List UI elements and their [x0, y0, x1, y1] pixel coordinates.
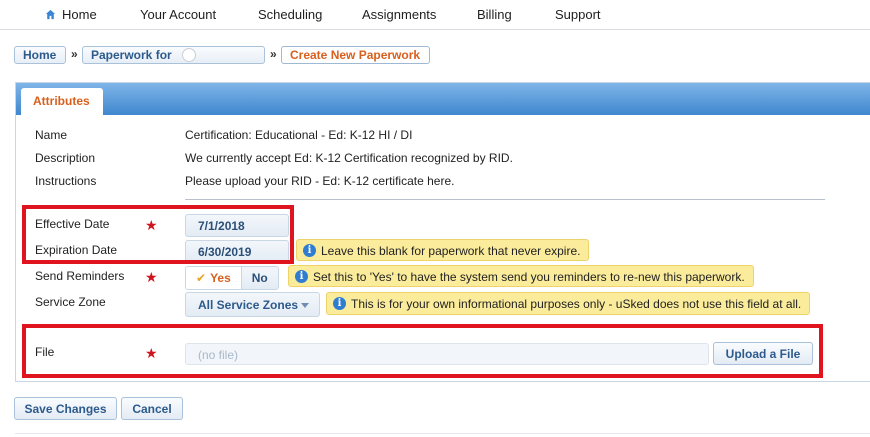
- breadcrumb-paperwork-for[interactable]: Paperwork for: [82, 46, 265, 64]
- expiration-hint-text: Leave this blank for paperwork that neve…: [321, 244, 581, 258]
- reminders-yes-option[interactable]: ✔ Yes: [186, 267, 242, 289]
- description-value: We currently accept Ed: K-12 Certificati…: [185, 151, 513, 165]
- breadcrumb-paperwork-for-label: Paperwork for: [91, 48, 172, 62]
- breadcrumb-current: Create New Paperwork: [281, 46, 430, 64]
- reminders-hint-text: Set this to 'Yes' to have the system sen…: [313, 270, 745, 284]
- breadcrumb-separator: »: [270, 47, 277, 61]
- service-zone-hint-text: This is for your own informational purpo…: [351, 297, 802, 311]
- service-zone-label: Service Zone: [35, 295, 106, 309]
- panel-header: Attributes: [16, 83, 870, 115]
- info-icon: i: [303, 244, 316, 257]
- dates-highlight-box: [22, 205, 294, 264]
- service-zone-hint: i This is for your own informational pur…: [326, 292, 811, 315]
- reminders-hint: i Set this to 'Yes' to have the system s…: [288, 265, 754, 287]
- nav-assignments[interactable]: Assignments: [362, 7, 436, 22]
- info-icon: i: [295, 270, 308, 283]
- send-reminders-label: Send Reminders: [35, 269, 125, 283]
- file-highlight-box: [22, 324, 823, 378]
- name-label: Name: [35, 128, 68, 142]
- description-label: Description: [35, 151, 96, 165]
- reminders-no-option[interactable]: No: [241, 267, 278, 289]
- user-avatar-placeholder: [181, 48, 196, 62]
- nav-your-account[interactable]: Your Account: [140, 7, 216, 22]
- instructions-value: Please upload your RID - Ed: K-12 certif…: [185, 174, 455, 188]
- send-reminders-toggle: ✔ Yes No: [185, 266, 279, 290]
- home-icon: [45, 9, 56, 20]
- nav-scheduling[interactable]: Scheduling: [258, 7, 322, 22]
- top-nav: Home Your Account Scheduling Assignments…: [0, 0, 870, 30]
- save-changes-button[interactable]: Save Changes: [14, 397, 117, 420]
- expiration-hint: i Leave this blank for paperwork that ne…: [296, 239, 590, 261]
- breadcrumb-home[interactable]: Home: [14, 46, 66, 64]
- nav-billing[interactable]: Billing: [477, 7, 512, 22]
- service-zone-select[interactable]: All Service Zones: [185, 292, 320, 317]
- breadcrumb-separator: »: [71, 47, 78, 61]
- check-icon: ✔: [196, 271, 207, 285]
- nav-home-label: Home: [62, 7, 97, 22]
- reminders-yes-label: Yes: [210, 271, 231, 285]
- nav-support[interactable]: Support: [555, 7, 601, 22]
- tab-attributes[interactable]: Attributes: [21, 88, 103, 115]
- chevron-down-icon: [301, 303, 309, 308]
- service-zone-value: All Service Zones: [198, 298, 299, 312]
- info-icon: i: [333, 297, 346, 310]
- instructions-label: Instructions: [35, 174, 97, 188]
- name-value: Certification: Educational - Ed: K-12 HI…: [185, 128, 413, 142]
- bottom-divider: [15, 433, 870, 434]
- cancel-button[interactable]: Cancel: [121, 397, 183, 420]
- required-star-icon: ★: [145, 269, 158, 285]
- divider: [185, 199, 825, 200]
- nav-home[interactable]: Home: [45, 7, 97, 22]
